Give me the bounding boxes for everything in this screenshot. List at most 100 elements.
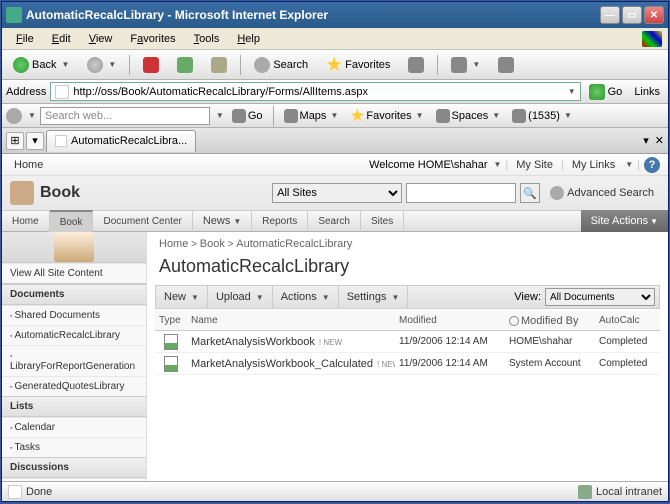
sb-favorites-button[interactable]: Favorites▼ bbox=[346, 109, 427, 123]
search-provider-icon[interactable] bbox=[6, 108, 22, 124]
web-search-input[interactable]: Search web... bbox=[40, 107, 210, 125]
tab-tools-icon[interactable]: ▾ bbox=[643, 134, 649, 147]
minimize-button[interactable]: — bbox=[600, 6, 620, 24]
separator bbox=[437, 55, 438, 75]
mail-button[interactable]: ▼ bbox=[444, 53, 487, 77]
tab-search[interactable]: Search bbox=[308, 210, 361, 232]
menu-file[interactable]: File bbox=[8, 31, 42, 47]
address-input[interactable]: http://oss/Book/AutomaticRecalcLibrary/F… bbox=[50, 82, 580, 101]
doc-modifiedby-link[interactable]: System Account bbox=[505, 358, 595, 369]
tab-document-center[interactable]: Document Center bbox=[93, 210, 192, 232]
search-scope-select[interactable]: All Sites bbox=[272, 183, 402, 203]
separator bbox=[129, 55, 130, 75]
back-icon bbox=[13, 57, 29, 73]
close-button[interactable]: ✕ bbox=[644, 6, 664, 24]
breadcrumb-book[interactable]: Book bbox=[200, 238, 225, 250]
sp-home-link[interactable]: Home bbox=[10, 159, 47, 171]
back-button[interactable]: Back▼ bbox=[6, 53, 76, 77]
doc-name: MarketAnalysisWorkbook bbox=[191, 336, 315, 348]
doc-name-link[interactable]: MarketAnalysisWorkbook! NEW bbox=[187, 336, 395, 348]
go-button[interactable]: Go bbox=[585, 84, 627, 100]
ie-flag-icon bbox=[642, 31, 662, 47]
col-autocalc[interactable]: AutoCalc bbox=[595, 315, 660, 326]
links-label[interactable]: Links bbox=[630, 86, 664, 98]
search-icon bbox=[550, 186, 564, 200]
spaces-button[interactable]: Spaces▼ bbox=[432, 109, 505, 123]
excel-icon bbox=[164, 356, 178, 372]
sp-search-input[interactable] bbox=[406, 183, 516, 203]
new-badge: ! NEW bbox=[377, 360, 395, 369]
site-title[interactable]: Book bbox=[40, 184, 80, 202]
provider-drop-icon[interactable]: ▼ bbox=[28, 111, 36, 120]
actions-button[interactable]: Actions▼ bbox=[273, 285, 339, 309]
nav-item-automaticrecalclibrary[interactable]: AutomaticRecalcLibrary bbox=[2, 325, 146, 345]
doc-modified: 11/9/2006 12:14 AM bbox=[395, 358, 505, 369]
tab-news[interactable]: News▼ bbox=[193, 210, 252, 232]
nav-item-generatedquoteslibrary[interactable]: GeneratedQuotesLibrary bbox=[2, 376, 146, 396]
menu-view[interactable]: View bbox=[81, 31, 121, 47]
maps-button[interactable]: Maps▼ bbox=[280, 109, 343, 123]
tab-close-icon[interactable]: ✕ bbox=[655, 134, 664, 147]
forward-button[interactable]: ▼ bbox=[80, 53, 123, 77]
maps-icon bbox=[284, 109, 298, 123]
nav-heading-documents: Documents bbox=[2, 284, 146, 305]
quicktabs-button[interactable]: ⊞ bbox=[6, 132, 24, 150]
tab-book[interactable]: Book bbox=[50, 210, 94, 232]
tab-reports[interactable]: Reports bbox=[252, 210, 308, 232]
nav-heading-discussions: Discussions bbox=[2, 457, 146, 478]
page-icon bbox=[55, 85, 69, 99]
search-button[interactable]: Search bbox=[247, 53, 315, 77]
new-button[interactable]: New▼ bbox=[156, 285, 208, 309]
favorites-button[interactable]: Favorites bbox=[319, 53, 397, 77]
go-label: Go bbox=[608, 86, 623, 98]
refresh-button[interactable] bbox=[170, 53, 200, 77]
upload-button[interactable]: Upload▼ bbox=[208, 285, 273, 309]
search-go-button[interactable]: Go bbox=[228, 109, 267, 123]
nav-item-calendar[interactable]: Calendar bbox=[2, 417, 146, 437]
doc-name-link[interactable]: MarketAnalysisWorkbook_Calculated ! NEW bbox=[187, 358, 395, 370]
nav-item-tasks[interactable]: Tasks bbox=[2, 437, 146, 457]
menu-edit[interactable]: Edit bbox=[44, 31, 79, 47]
tablist-button[interactable]: ▾ bbox=[26, 132, 44, 150]
address-drop-icon[interactable]: ▼ bbox=[568, 87, 576, 96]
nav-item-shared-documents[interactable]: Shared Documents bbox=[2, 305, 146, 325]
advanced-search-link[interactable]: Advanced Search bbox=[544, 186, 660, 200]
settings-button[interactable]: Settings▼ bbox=[339, 285, 409, 309]
breadcrumb-home[interactable]: Home bbox=[159, 238, 188, 250]
upload-label: Upload bbox=[216, 291, 251, 303]
table-row[interactable]: MarketAnalysisWorkbook_Calculated ! NEW 1… bbox=[155, 353, 660, 375]
view-all-content-link[interactable]: View All Site Content bbox=[2, 263, 146, 284]
tab-home[interactable]: Home bbox=[2, 210, 50, 232]
mysite-link[interactable]: My Site bbox=[512, 159, 557, 171]
table-row[interactable]: MarketAnalysisWorkbook! NEW 11/9/2006 12… bbox=[155, 331, 660, 353]
sp-search-button[interactable]: 🔍 bbox=[520, 183, 540, 203]
view-select[interactable]: All Documents bbox=[545, 288, 655, 306]
home-button[interactable] bbox=[204, 53, 234, 77]
print-button[interactable] bbox=[491, 53, 521, 77]
page-icon bbox=[8, 485, 22, 499]
ie-icon bbox=[6, 7, 22, 23]
tab-sites[interactable]: Sites bbox=[361, 210, 404, 232]
doc-name: MarketAnalysisWorkbook_Calculated bbox=[191, 358, 373, 370]
menu-tools[interactable]: Tools bbox=[186, 31, 228, 47]
nav-item-libraryforreportgeneration[interactable]: LibraryForReportGeneration bbox=[2, 345, 146, 376]
col-modified[interactable]: Modified bbox=[395, 315, 505, 326]
maximize-button[interactable]: ▭ bbox=[622, 6, 642, 24]
history-button[interactable] bbox=[401, 53, 431, 77]
col-name[interactable]: Name bbox=[187, 315, 395, 326]
mylinks-link[interactable]: My Links bbox=[568, 159, 619, 171]
menu-help[interactable]: Help bbox=[229, 31, 268, 47]
col-type[interactable]: Type bbox=[155, 315, 187, 326]
mail-count-button[interactable]: (1535)▼ bbox=[508, 109, 576, 123]
zone-text: Local intranet bbox=[596, 486, 662, 498]
doc-modifiedby-link[interactable]: HOME\shahar bbox=[505, 336, 595, 347]
browser-tab[interactable]: AutomaticRecalcLibra... bbox=[46, 130, 196, 152]
search-drop-icon[interactable]: ▼ bbox=[216, 111, 224, 120]
stop-button[interactable] bbox=[136, 53, 166, 77]
menu-favorites[interactable]: Favorites bbox=[122, 31, 183, 47]
welcome-text[interactable]: Welcome HOME\shahar bbox=[369, 159, 487, 171]
help-icon[interactable]: ? bbox=[644, 157, 660, 173]
refresh-icon bbox=[177, 57, 193, 73]
col-modifiedby[interactable]: Modified By bbox=[505, 315, 595, 327]
site-actions-button[interactable]: Site Actions▼ bbox=[581, 210, 668, 232]
